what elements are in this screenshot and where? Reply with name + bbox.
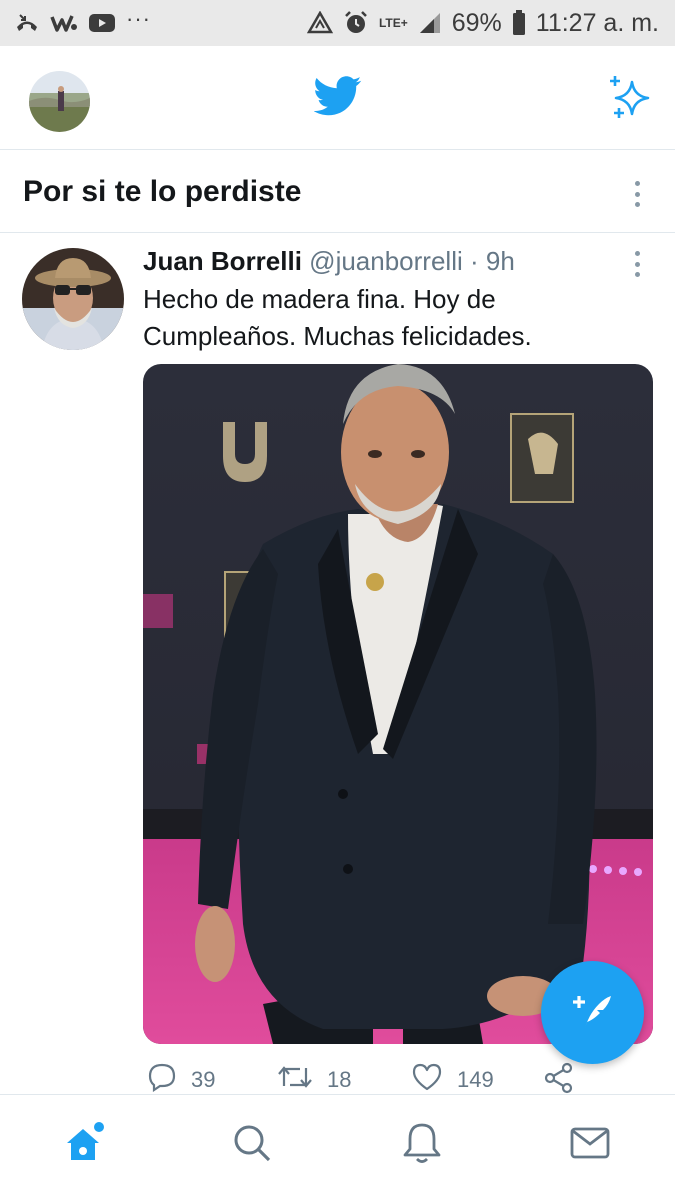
retweet-icon bbox=[277, 1062, 313, 1098]
tweet-text: Hecho de madera fina. Hoy de Cumpleaños.… bbox=[143, 284, 532, 351]
clock: 11:27 a. m. bbox=[535, 8, 659, 37]
compose-tweet-button[interactable] bbox=[541, 961, 644, 1064]
top-app-bar bbox=[0, 46, 675, 150]
compose-feather-icon bbox=[569, 986, 617, 1039]
alarm-icon bbox=[343, 10, 369, 36]
author-avatar[interactable] bbox=[22, 248, 124, 350]
author-handle[interactable]: @juanborrelli bbox=[309, 246, 463, 276]
battery-icon bbox=[512, 10, 526, 36]
w-app-icon bbox=[50, 12, 78, 34]
youtube-icon bbox=[88, 12, 116, 34]
tweet-time[interactable]: 9h bbox=[486, 246, 515, 276]
retweet-count: 18 bbox=[327, 1067, 352, 1092]
separator: · bbox=[469, 246, 479, 276]
notifications-tab[interactable] bbox=[400, 1123, 444, 1167]
notifications-icon bbox=[402, 1121, 442, 1170]
section-title: Por si te lo perdiste bbox=[23, 175, 302, 208]
like-button[interactable]: 149 bbox=[411, 1062, 494, 1098]
sparkle-icon[interactable] bbox=[606, 74, 654, 122]
twitter-bird-icon[interactable] bbox=[313, 76, 362, 116]
tweet-more-icon[interactable] bbox=[627, 247, 647, 281]
data-saver-icon bbox=[306, 11, 333, 35]
home-tab[interactable] bbox=[63, 1121, 107, 1170]
retweet-button[interactable]: 18 bbox=[277, 1062, 351, 1098]
like-count: 149 bbox=[457, 1067, 494, 1092]
messages-icon bbox=[569, 1125, 611, 1166]
tweet-photo[interactable] bbox=[143, 364, 653, 1044]
heart-icon bbox=[411, 1062, 443, 1098]
reply-icon bbox=[147, 1062, 177, 1098]
status-bar: ··· LTE+ 69% 11:27 a. m. bbox=[0, 0, 675, 46]
author-name[interactable]: Juan Borrelli bbox=[143, 246, 302, 276]
section-header: Por si te lo perdiste bbox=[0, 151, 675, 233]
reply-button[interactable]: 39 bbox=[147, 1062, 215, 1098]
more-notifications: ··· bbox=[126, 6, 151, 31]
status-right: LTE+ 69% 11:27 a. m. bbox=[306, 8, 659, 38]
status-left: ··· bbox=[14, 6, 151, 34]
battery-percent: 69% bbox=[451, 8, 502, 37]
section-more-icon[interactable] bbox=[627, 177, 647, 211]
search-icon bbox=[231, 1122, 273, 1169]
messages-tab[interactable] bbox=[568, 1123, 612, 1167]
network-type: LTE+ bbox=[378, 15, 408, 30]
home-icon bbox=[63, 1121, 107, 1170]
reply-count: 39 bbox=[191, 1067, 216, 1092]
bottom-navigation bbox=[0, 1094, 675, 1200]
search-tab[interactable] bbox=[230, 1123, 274, 1167]
missed-call-icon bbox=[14, 12, 40, 34]
profile-avatar[interactable] bbox=[29, 71, 90, 132]
signal-icon bbox=[418, 11, 442, 35]
tweet-header: Juan Borrelli @juanborrelli · 9h bbox=[143, 244, 515, 278]
